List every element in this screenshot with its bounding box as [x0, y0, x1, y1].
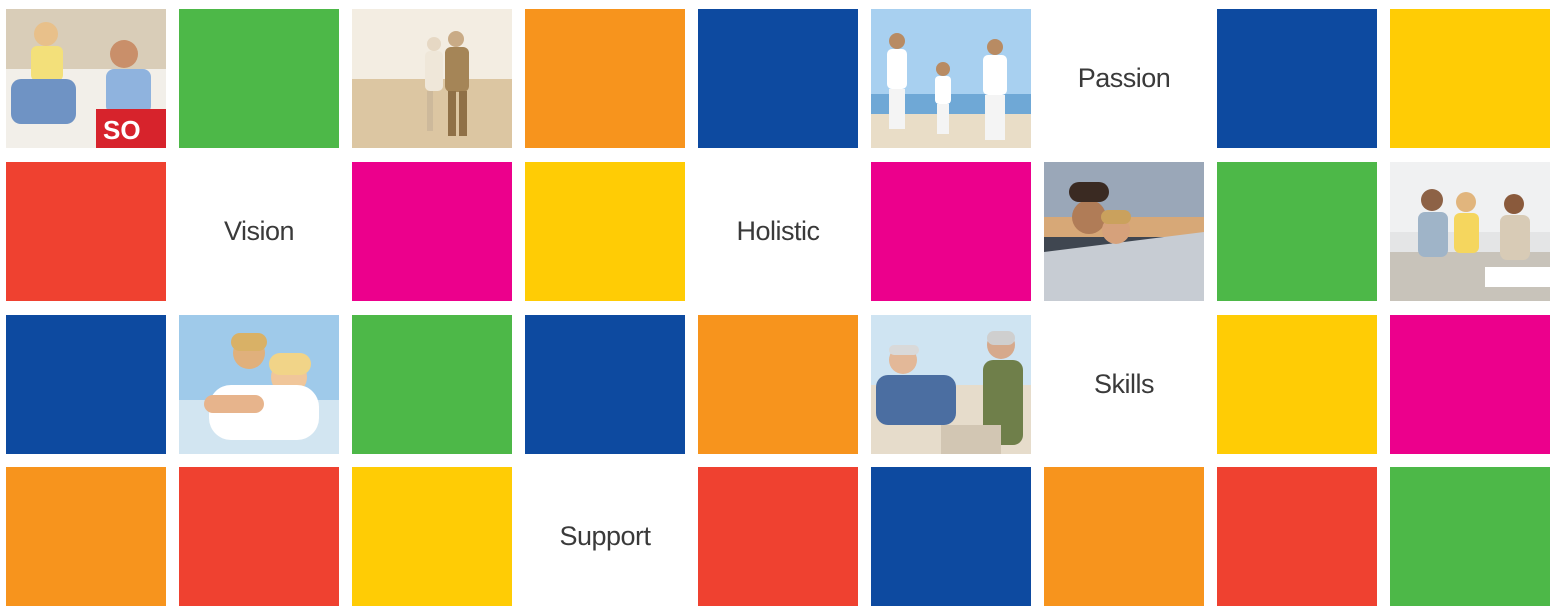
word-tile-skills: Skills: [1044, 315, 1204, 454]
word-tile-holistic: Holistic: [698, 162, 858, 301]
photo-mother-daughter-hug: [179, 315, 339, 454]
color-tile-yellow: [525, 162, 685, 301]
color-tile-blue: [871, 467, 1031, 606]
color-tile-green: [1390, 467, 1550, 606]
photo-elderly-couple-beach: [352, 9, 512, 148]
photo-couple-convertible-car: [1044, 162, 1204, 301]
color-tile-red: [698, 467, 858, 606]
color-tile-yellow: [1390, 9, 1550, 148]
mosaic-grid: SO Passion Vision Holistic Skills Suppor…: [0, 0, 1551, 606]
photo-seniors-relaxing-beach: [871, 315, 1031, 454]
photo-family-walking-beach: [871, 9, 1031, 148]
photo-couple-moving-box: SO: [6, 9, 166, 148]
word-tile-support: Support: [525, 467, 685, 606]
color-tile-blue: [1217, 9, 1377, 148]
color-tile-magenta: [871, 162, 1031, 301]
color-tile-blue: [6, 315, 166, 454]
color-tile-red: [179, 467, 339, 606]
photo-advisor-meeting-couple: [1390, 162, 1550, 301]
word-tile-passion: Passion: [1044, 9, 1204, 148]
color-tile-orange: [6, 467, 166, 606]
color-tile-orange: [525, 9, 685, 148]
color-tile-red: [1217, 467, 1377, 606]
color-tile-orange: [698, 315, 858, 454]
color-tile-red: [6, 162, 166, 301]
color-tile-yellow: [1217, 315, 1377, 454]
color-tile-blue: [698, 9, 858, 148]
word-tile-vision: Vision: [179, 162, 339, 301]
color-tile-orange: [1044, 467, 1204, 606]
svg-text:SO: SO: [103, 115, 141, 145]
color-tile-magenta: [352, 162, 512, 301]
color-tile-green: [179, 9, 339, 148]
color-tile-blue: [525, 315, 685, 454]
color-tile-green: [352, 315, 512, 454]
color-tile-yellow: [352, 467, 512, 606]
color-tile-magenta: [1390, 315, 1550, 454]
color-tile-green: [1217, 162, 1377, 301]
